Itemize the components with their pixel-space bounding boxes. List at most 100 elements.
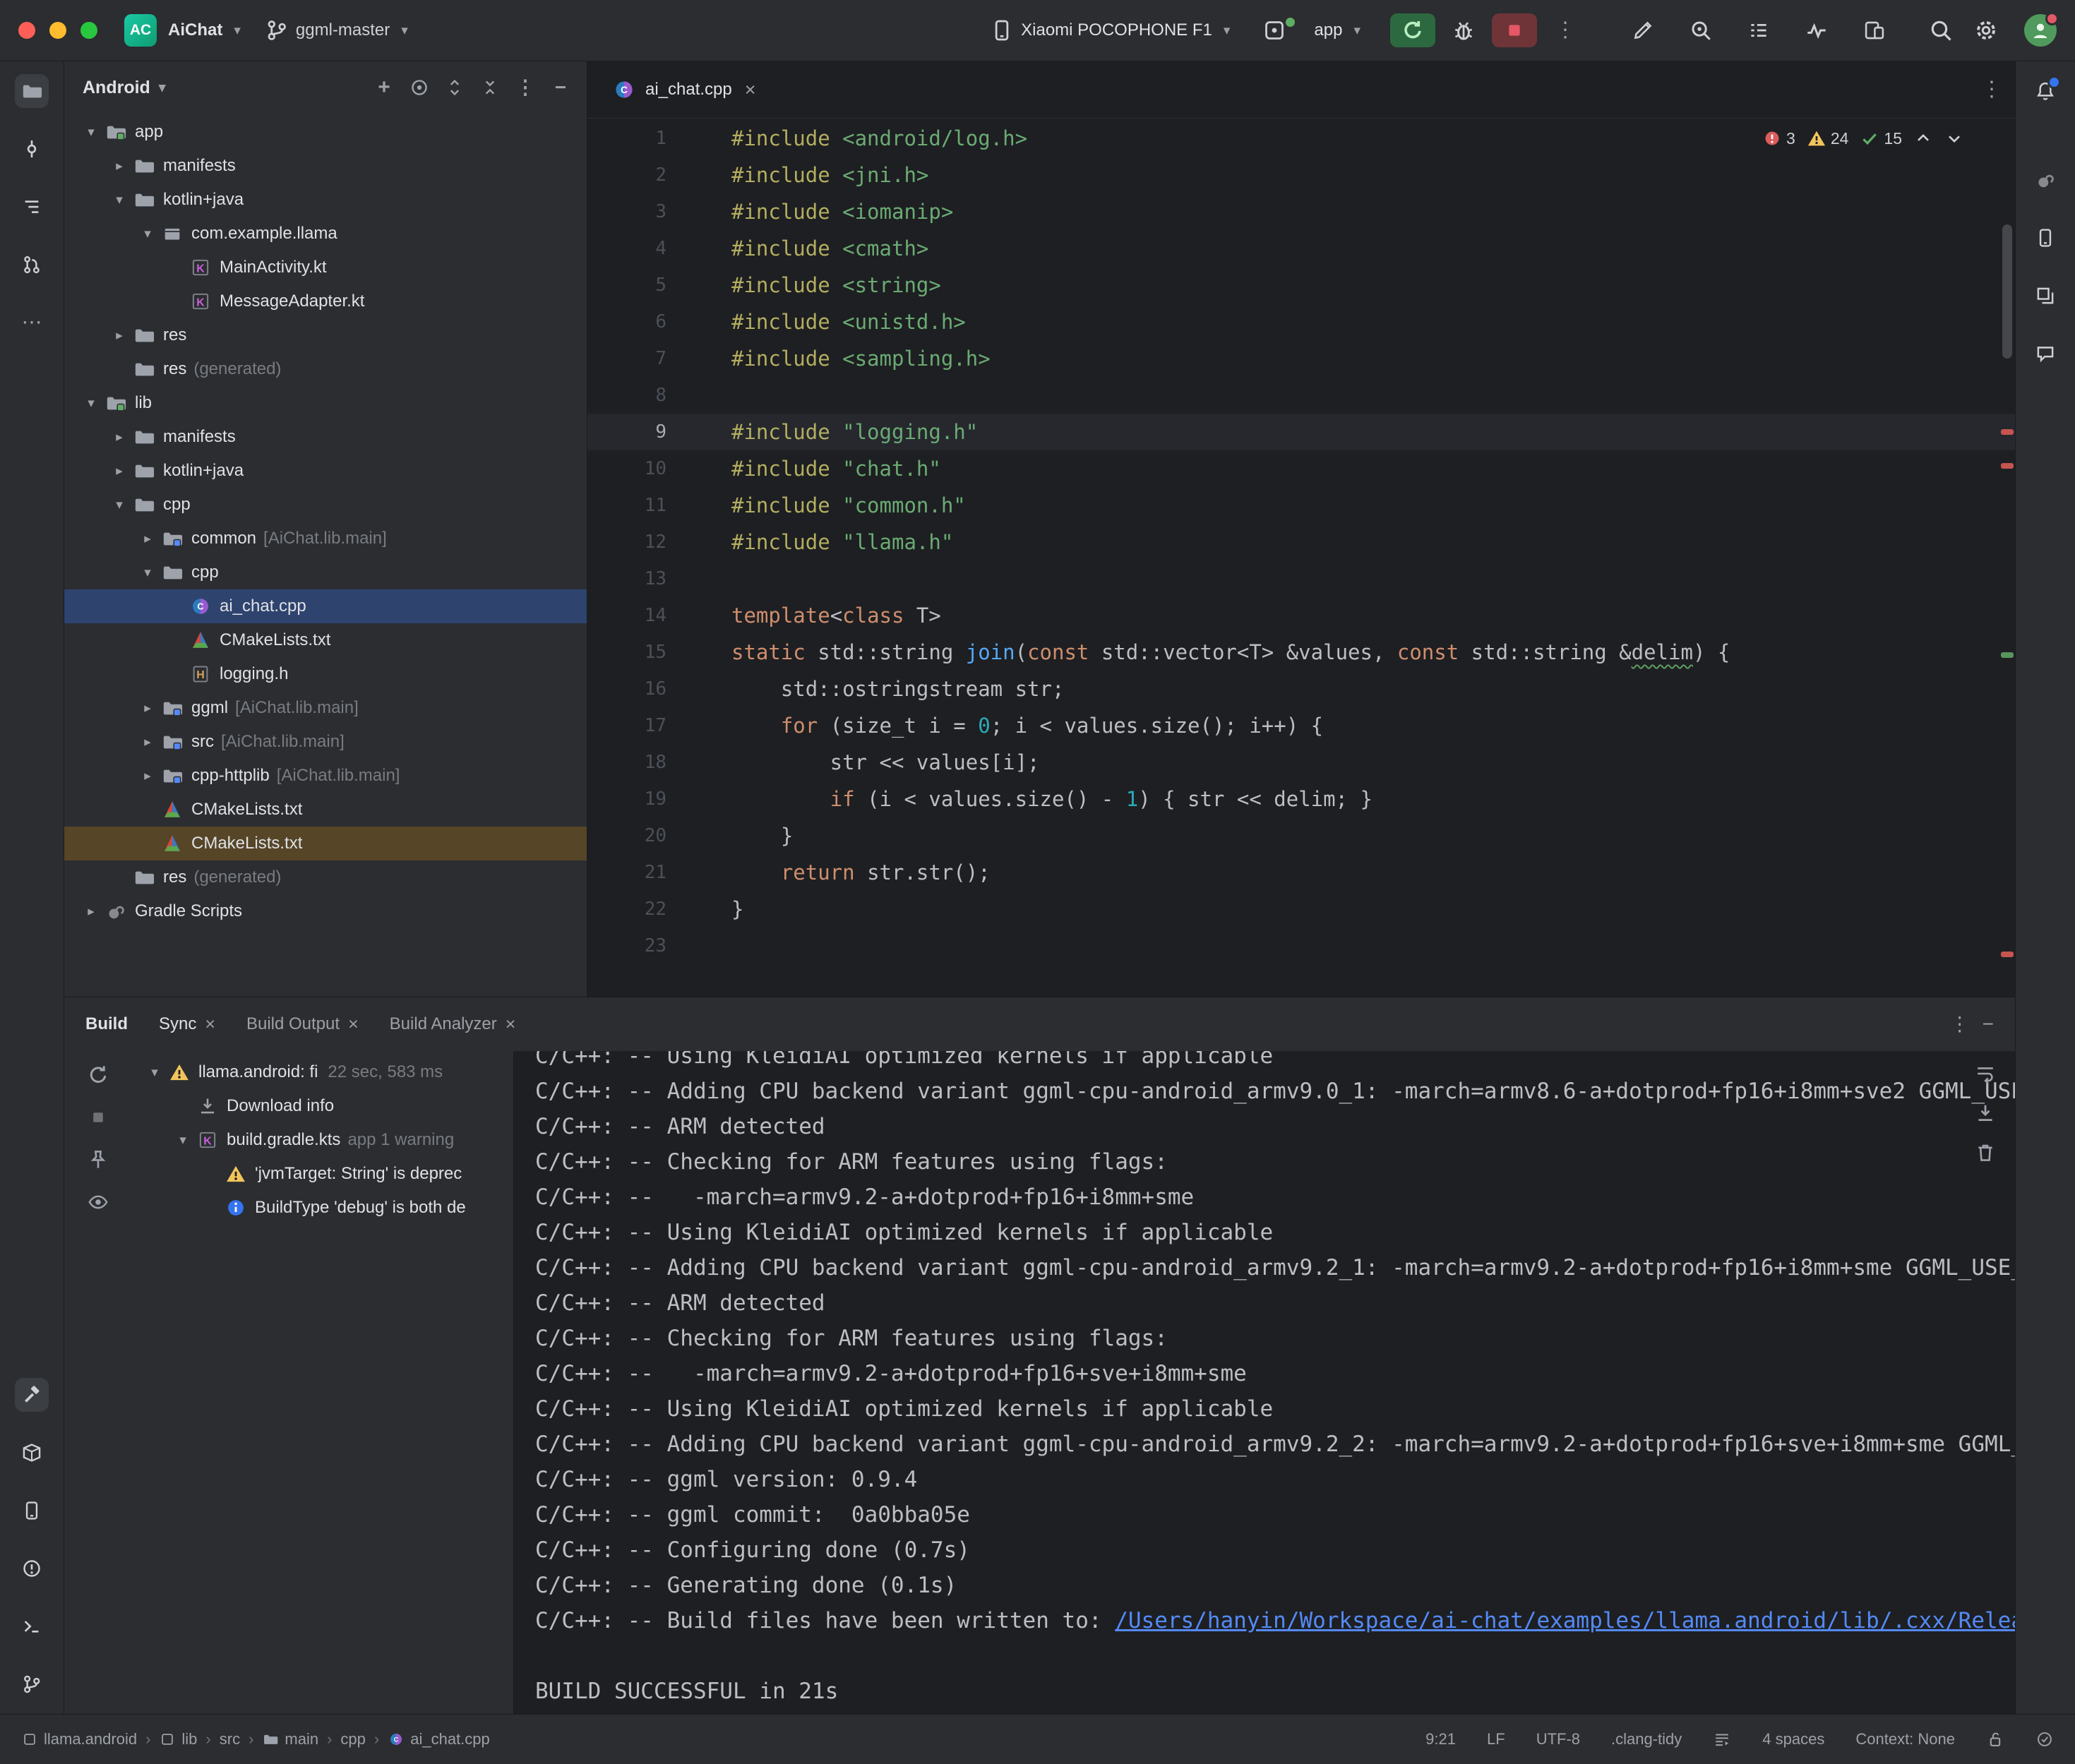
warnings-count[interactable]: 24 (1807, 128, 1849, 148)
tool-window-button-pull-requests[interactable] (15, 248, 49, 282)
tree-item-lib[interactable]: ▾lib (64, 386, 587, 420)
pin-icon[interactable] (87, 1148, 109, 1171)
resync-icon[interactable] (87, 1064, 109, 1086)
code-line-15[interactable]: 15static std::string join(const std::vec… (587, 634, 2015, 671)
line-number[interactable]: 3 (587, 201, 688, 222)
tree-item-res[interactable]: res(generated) (64, 352, 587, 386)
debug-button[interactable] (1447, 13, 1481, 47)
profiler-button[interactable] (1800, 13, 1834, 47)
code-line-22[interactable]: 22} (587, 891, 2015, 928)
status-item-4-spaces[interactable]: 4 spaces (1762, 1730, 1824, 1748)
tool-window-button-notifications[interactable] (2028, 74, 2062, 108)
tree-item-cpp[interactable]: ▾cpp (64, 488, 587, 522)
tree-item-buildtype-debug-is-both-de[interactable]: BuildType 'debug' is both de (132, 1191, 513, 1225)
line-number[interactable]: 22 (587, 899, 688, 920)
status-item-inspections[interactable] (2035, 1730, 2054, 1748)
line-number[interactable]: 19 (587, 788, 688, 810)
status-item-context-none[interactable]: Context: None (1855, 1730, 1955, 1748)
code-line-10[interactable]: 10#include "chat.h" (587, 450, 2015, 487)
errors-count[interactable]: 3 (1762, 128, 1795, 148)
tool-window-button-problems[interactable] (15, 1552, 49, 1585)
tree-item-messageadapter.kt[interactable]: KMessageAdapter.kt (64, 284, 587, 318)
line-number[interactable]: 2 (587, 164, 688, 186)
line-number[interactable]: 12 (587, 532, 688, 553)
breadcrumb-item-lib[interactable]: lib (159, 1730, 197, 1748)
tree-item-res[interactable]: res(generated) (64, 860, 587, 894)
tree-item-manifests[interactable]: ▸manifests (64, 149, 587, 183)
tree-item-kotlin-java[interactable]: ▾kotlin+java (64, 183, 587, 217)
close-tab-icon[interactable]: × (506, 1014, 516, 1035)
line-number[interactable]: 17 (587, 715, 688, 736)
collapse-all-button[interactable] (475, 73, 505, 102)
tree-chevron-icon[interactable]: ▸ (135, 531, 160, 547)
tree-item-gradle-scripts[interactable]: ▸Gradle Scripts (64, 894, 587, 928)
tree-chevron-icon[interactable]: ▾ (135, 565, 160, 581)
line-number[interactable]: 16 (587, 678, 688, 700)
tree-chevron-icon[interactable]: ▸ (135, 734, 160, 750)
build-tab-build-analyzer[interactable]: Build Analyzer× (390, 1014, 516, 1035)
tree-chevron-icon[interactable]: ▸ (135, 700, 160, 716)
tool-window-button-layout-inspector[interactable] (2028, 279, 2062, 313)
tree-chevron-icon[interactable]: ▸ (107, 328, 132, 344)
code-line-19[interactable]: 19 if (i < values.size() - 1) { str << d… (587, 781, 2015, 817)
line-number[interactable]: 14 (587, 605, 688, 626)
tree-chevron-icon[interactable]: ▾ (107, 192, 132, 208)
passed-count[interactable]: 15 (1860, 128, 1902, 148)
tree-item-mainactivity.kt[interactable]: KMainActivity.kt (64, 251, 587, 284)
code-line-4[interactable]: 4#include <cmath> (587, 230, 2015, 267)
line-number[interactable]: 23 (587, 935, 688, 956)
tool-window-button-app-insights[interactable] (2028, 337, 2062, 371)
code-line-3[interactable]: 3#include <iomanip> (587, 193, 2015, 230)
tree-item-cpp[interactable]: ▾cpp (64, 556, 587, 589)
expand-all-button[interactable] (440, 73, 470, 102)
status-item-9-21[interactable]: 9:21 (1425, 1730, 1456, 1748)
tree-item-common[interactable]: ▸common[AiChat.lib.main] (64, 522, 587, 556)
line-number[interactable]: 20 (587, 825, 688, 846)
rerun-button[interactable] (1390, 13, 1435, 47)
line-number[interactable]: 5 (587, 275, 688, 296)
tree-item-manifests[interactable]: ▸manifests (64, 420, 587, 454)
code-line-11[interactable]: 11#include "common.h" (587, 487, 2015, 524)
tree-item-ai_chat.cpp[interactable]: Cai_chat.cpp (64, 589, 587, 623)
code-line-6[interactable]: 6#include <unistd.h> (587, 304, 2015, 340)
tool-window-button-more[interactable]: ⋯ (15, 306, 49, 340)
tree-chevron-icon[interactable]: ▾ (142, 1064, 167, 1081)
status-item-utf-8[interactable]: UTF-8 (1536, 1730, 1580, 1748)
code-line-9[interactable]: 9#include "logging.h" (587, 414, 2015, 450)
tree-chevron-icon[interactable]: ▸ (107, 158, 132, 174)
tree-item-cpp-httplib[interactable]: ▸cpp-httplib[AiChat.lib.main] (64, 759, 587, 793)
tool-window-button-device-manager[interactable] (2028, 221, 2062, 255)
previous-problem-icon[interactable] (1913, 128, 1933, 148)
tree-chevron-icon[interactable]: ▸ (107, 463, 132, 479)
editor-scrollbar-thumb[interactable] (2002, 224, 2012, 359)
tool-window-button-terminal[interactable] (15, 1609, 49, 1643)
tree-item-src[interactable]: ▸src[AiChat.lib.main] (64, 725, 587, 759)
code-line-5[interactable]: 5#include <string> (587, 267, 2015, 304)
close-tab-icon[interactable]: × (745, 79, 756, 101)
code-line-16[interactable]: 16 std::ostringstream str; (587, 671, 2015, 707)
line-number[interactable]: 18 (587, 752, 688, 773)
status-item-lock[interactable] (1986, 1730, 2004, 1748)
locate-file-button[interactable] (405, 73, 434, 102)
find-usages-button[interactable] (1684, 13, 1718, 47)
code-line-13[interactable]: 13 (587, 560, 2015, 597)
build-options-icon[interactable]: ⋮ (1950, 1014, 1970, 1034)
code-line-20[interactable]: 20 } (587, 817, 2015, 854)
soft-wrap-icon[interactable] (1974, 1062, 1997, 1085)
tree-item-res[interactable]: ▸res (64, 318, 587, 352)
user-avatar[interactable] (2024, 14, 2057, 47)
device-selector[interactable]: Xiaomi POCOPHONE F1 ▾ (990, 18, 1230, 42)
line-number[interactable]: 10 (587, 458, 688, 479)
code-line-7[interactable]: 7#include <sampling.h> (587, 340, 2015, 377)
tool-window-button-build[interactable] (15, 1378, 49, 1412)
branch-selector[interactable]: ggml-master ▾ (265, 18, 408, 42)
code-line-18[interactable]: 18 str << values[i]; (587, 744, 2015, 781)
code-line-21[interactable]: 21 return str.str(); (587, 854, 2015, 891)
build-output-path-link[interactable]: /Users/hanyin/Workspace/ai-chat/examples… (1115, 1608, 2015, 1633)
panel-options-button[interactable]: ⋮ (510, 73, 540, 102)
tree-chevron-icon[interactable]: ▾ (78, 124, 104, 140)
tree-chevron-icon[interactable]: ▸ (135, 768, 160, 784)
breadcrumb-item-main[interactable]: main (262, 1730, 318, 1748)
inspections-widget[interactable]: 3 24 15 (1757, 126, 1970, 151)
close-tab-icon[interactable]: × (205, 1014, 215, 1035)
